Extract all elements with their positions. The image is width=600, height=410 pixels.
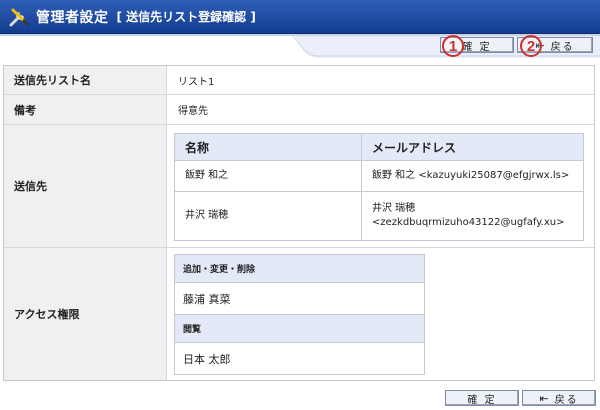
column-header-name: 名称 [175,134,362,161]
page-subtitle: [ 送信先リスト登録確認 ] [116,10,256,24]
access-label: アクセス権限 [4,248,167,380]
access-table: 追加・変更・削除 藤浦 真菜 閲覧 日本 太郎 [174,254,425,375]
footer-confirm-button-label: 確 定 [467,394,497,406]
callout-badge-back: 2 [520,35,542,57]
confirm-button-label: 確 定 [462,41,492,53]
access-view-header: 閲覧 [175,315,424,343]
recipient-email-line1: 井沢 瑞穂 [372,203,416,214]
recipients-table: 名称 メールアドレス 飯野 和之 飯野 和之 <kazuyuki25087@ef… [174,133,584,241]
tools-icon [9,8,29,26]
recipients-label: 送信先 [4,125,167,247]
recipient-email-line2: <zezkdbuqrmizuho43122@ugfafy.xu> [372,217,565,228]
recipient-email: 井沢 瑞穂 <zezkdbuqrmizuho43122@ugfafy.xu> [362,192,583,240]
recipient-name: 井沢 瑞穂 [175,192,362,240]
remarks-label: 備考 [4,95,167,124]
back-button-label: 戻る [550,41,575,53]
recipient-email: 飯野 和之 <kazuyuki25087@efgjrwx.ls> [362,161,583,192]
remarks-value: 得意先 [178,106,208,117]
access-edit-user: 藤浦 真菜 [175,283,424,315]
header-bar: 管理者設定 [ 送信先リスト登録確認 ] [0,0,600,34]
list-name-row: 送信先リスト名 リスト1 [4,66,594,95]
recipient-name: 飯野 和之 [175,161,362,192]
footer-confirm-button[interactable]: 確 定 [445,390,519,406]
footer-back-button-label: 戻る [554,394,579,406]
access-view-user: 日本 太郎 [183,352,231,366]
callout-badge-back-number: 2 [526,37,536,55]
remarks-row: 備考 得意先 [4,95,594,125]
callout-badge-confirm: 1 [442,35,464,57]
column-header-email: メールアドレス [362,134,583,161]
callout-badge-confirm-number: 1 [448,37,458,55]
list-name-value: リスト1 [178,76,215,88]
access-edit-header: 追加・変更・削除 [175,255,424,283]
list-name-label: 送信先リスト名 [4,66,167,94]
footer-back-button[interactable]: ⇤ 戻る [522,390,596,406]
back-arrow-icon: ⇤ [539,391,549,405]
page-title: 管理者設定 [36,9,109,26]
